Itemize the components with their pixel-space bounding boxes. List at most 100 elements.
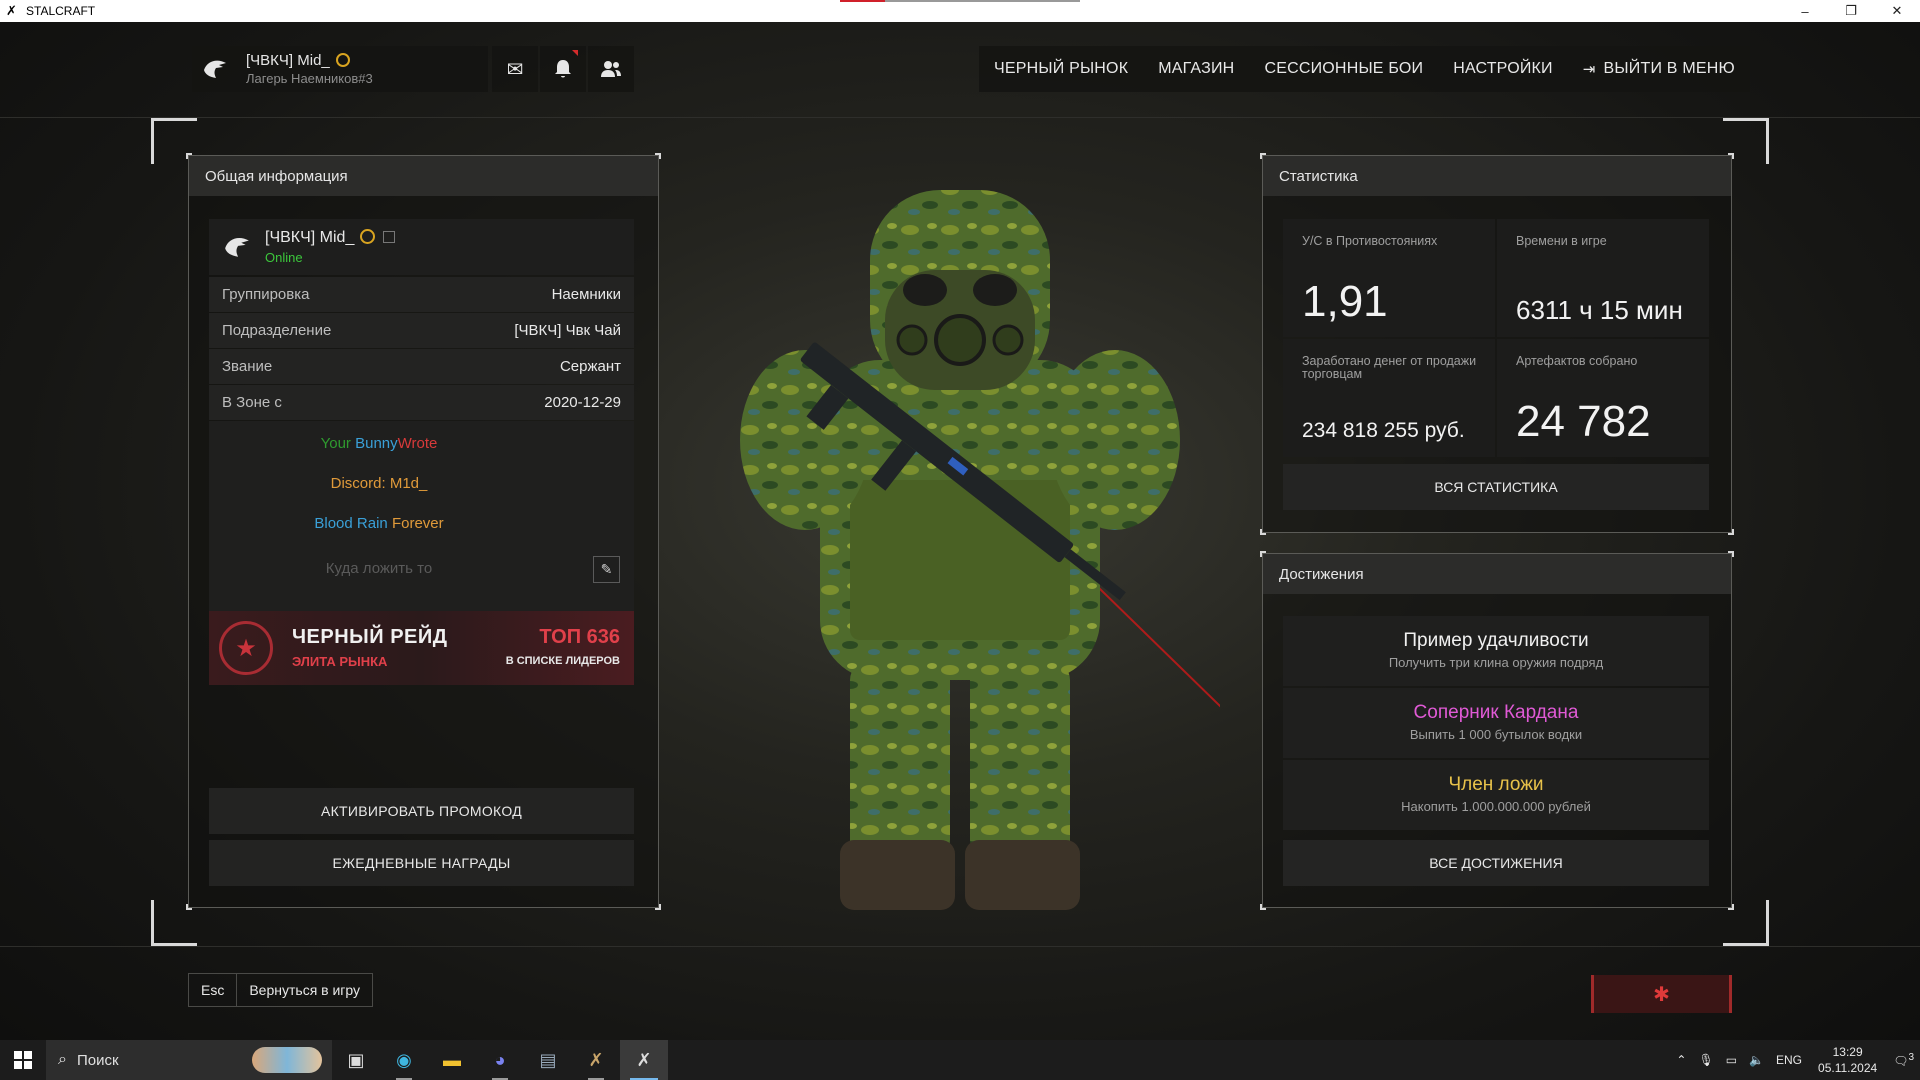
panel-corner bbox=[1728, 529, 1734, 535]
friends-icon bbox=[601, 61, 621, 77]
black-raid-banner[interactable]: ★ ЧЕРНЫЙ РЕЙД ЭЛИТА РЫНКА ТОП 636 В СПИС… bbox=[209, 611, 634, 685]
all-statistics-button[interactable]: ВСЯ СТАТИСТИКА bbox=[1283, 464, 1709, 510]
nav-black-market[interactable]: ЧЕРНЫЙ РЫНОК bbox=[979, 46, 1143, 92]
panel-corner bbox=[186, 904, 192, 910]
nav-exit-to-menu[interactable]: ⇥ ВЫЙТИ В МЕНЮ bbox=[1568, 46, 1750, 92]
activate-promo-button[interactable]: АКТИВИРОВАТЬ ПРОМОКОД bbox=[209, 788, 634, 834]
panel-corner bbox=[1260, 529, 1266, 535]
exit-icon: ⇥ bbox=[1582, 61, 1596, 78]
bio-block: Your BunnyWrote Discord: M1d_ Blood Rain… bbox=[209, 421, 634, 611]
report-bug-button[interactable]: ✱ bbox=[1591, 975, 1732, 1013]
nav-shop[interactable]: МАГАЗИН bbox=[1143, 46, 1249, 92]
user-name: [ЧВКЧ] Mid_ bbox=[265, 229, 355, 246]
bio-word: Forever bbox=[391, 515, 444, 532]
stat-artifacts: Артефактов собрано 24 782 bbox=[1497, 339, 1709, 457]
clock-time: 13:29 bbox=[1832, 1045, 1863, 1059]
achievement-item[interactable]: Член ложи Накопить 1.000.000.000 рублей bbox=[1283, 760, 1709, 830]
header-location: Лагерь Наемников#3 bbox=[246, 71, 373, 86]
info-value: 2020-12-29 bbox=[544, 394, 621, 411]
raid-emblem-icon: ★ bbox=[219, 621, 273, 675]
start-button[interactable] bbox=[0, 1040, 46, 1080]
nav-settings[interactable]: НАСТРОЙКИ bbox=[1438, 46, 1568, 92]
general-info-title: Общая информация bbox=[189, 156, 658, 196]
mail-button[interactable]: ✉ bbox=[492, 46, 538, 92]
header-profile[interactable]: [ЧВКЧ] Mid_ Лагерь Наемников#3 bbox=[192, 46, 488, 92]
stat-kd: У/С в Противостояниях 1,91 bbox=[1283, 219, 1495, 337]
esc-key-hint: Esc bbox=[189, 974, 238, 1006]
close-button[interactable]: ✕ bbox=[1874, 0, 1920, 22]
chevron-up-icon[interactable]: ⌃ bbox=[1670, 1053, 1692, 1067]
achievement-item[interactable]: Пример удачливости Получить три клина ор… bbox=[1283, 616, 1709, 686]
notification-center-icon[interactable]: 🗨3 bbox=[1887, 1052, 1920, 1068]
task-view-icon[interactable]: ▣ bbox=[332, 1040, 380, 1080]
friends-button[interactable] bbox=[588, 46, 634, 92]
bio-word: Your bbox=[320, 435, 351, 452]
info-key: Подразделение bbox=[222, 322, 332, 339]
online-status: Online bbox=[265, 250, 303, 265]
microphone-icon[interactable]: 🎙 bbox=[1692, 1053, 1719, 1067]
info-value: Сержант bbox=[559, 358, 621, 375]
info-value: Наемники bbox=[551, 286, 621, 303]
nav-exit-label: ВЫЙТИ В МЕНЮ bbox=[1603, 60, 1735, 77]
windows-logo-icon bbox=[14, 1051, 32, 1069]
nav-session-battles[interactable]: СЕССИОННЫЕ БОИ bbox=[1249, 46, 1438, 92]
status-input[interactable]: Куда ложить то ✎ bbox=[209, 546, 634, 591]
avatar-eagle-icon bbox=[209, 219, 265, 275]
search-highlight-image bbox=[252, 1047, 322, 1073]
notifications-button[interactable] bbox=[540, 46, 586, 92]
info-value: [ЧВКЧ] Чвк Чай bbox=[514, 322, 621, 339]
window-titlebar: ✗ STALCRAFT – ❐ ✕ bbox=[0, 0, 1920, 22]
statistics-title: Статистика bbox=[1263, 156, 1731, 196]
notification-count: 3 bbox=[1908, 1052, 1914, 1063]
header-divider bbox=[0, 117, 1920, 118]
character-model[interactable] bbox=[700, 180, 1461, 941]
daily-rewards-button[interactable]: ЕЖЕДНЕВНЫЕ НАГРАДЫ bbox=[209, 840, 634, 886]
stat-playtime: Времени в игре 6311 ч 15 мин bbox=[1497, 219, 1709, 337]
discord-icon[interactable]: ◕ bbox=[476, 1040, 524, 1080]
info-key: Группировка bbox=[222, 286, 310, 303]
bio-line-2: Discord: M1d_ bbox=[330, 475, 428, 492]
rank-badge-icon bbox=[335, 53, 350, 67]
minimize-button[interactable]: – bbox=[1782, 0, 1828, 22]
all-achievements-button[interactable]: ВСЕ ДОСТИЖЕНИЯ bbox=[1283, 840, 1709, 886]
achievement-title: Пример удачливости bbox=[1403, 630, 1589, 651]
stat-label: Времени в игре bbox=[1516, 234, 1607, 248]
maximize-button[interactable]: ❐ bbox=[1828, 0, 1874, 22]
panel-corner bbox=[1728, 153, 1734, 159]
edit-pencil-button[interactable]: ✎ bbox=[593, 556, 620, 583]
footer-divider bbox=[0, 946, 1920, 947]
achievement-title: Член ложи bbox=[1448, 774, 1544, 795]
taskbar-search[interactable]: ⌕ Поиск bbox=[46, 1040, 332, 1080]
edge-browser-icon[interactable]: ◉ bbox=[380, 1040, 428, 1080]
language-indicator[interactable]: ENG bbox=[1770, 1053, 1808, 1067]
game-launcher-icon[interactable]: ✗ bbox=[572, 1040, 620, 1080]
clock[interactable]: 13:29 05.11.2024 bbox=[1808, 1044, 1887, 1076]
bio-word: Blood Rain bbox=[314, 515, 388, 532]
stat-value: 6311 ч 15 мин bbox=[1516, 295, 1683, 325]
panel-corner bbox=[1260, 551, 1266, 557]
bug-icon: ✱ bbox=[1653, 983, 1670, 1006]
copy-icon[interactable] bbox=[383, 231, 396, 243]
return-to-game-button[interactable]: Esc Вернуться в игру bbox=[188, 973, 374, 1007]
return-label: Вернуться в игру bbox=[249, 982, 361, 998]
volume-icon[interactable]: 🔈 bbox=[1743, 1053, 1770, 1067]
info-row-squad: Подразделение [ЧВКЧ] Чвк Чай bbox=[209, 313, 634, 348]
status-placeholder: Куда ложить то bbox=[325, 560, 433, 577]
stat-money: Заработано денег от продажи торговцам 23… bbox=[1283, 339, 1495, 457]
achievement-item[interactable]: Соперник Кардана Выпить 1 000 бутылок во… bbox=[1283, 688, 1709, 758]
stat-value: 24 782 bbox=[1516, 397, 1651, 446]
pencil-icon: ✎ bbox=[600, 561, 613, 577]
bio-word: Wrote bbox=[397, 435, 438, 452]
panel-corner bbox=[1260, 153, 1266, 159]
info-row-rank: Звание Сержант bbox=[209, 349, 634, 384]
statistics-panel: Статистика У/С в Противостояниях 1,91 Вр… bbox=[1260, 153, 1734, 535]
file-explorer-icon[interactable]: ▬ bbox=[428, 1040, 476, 1080]
info-key: Звание bbox=[222, 358, 273, 375]
title-progress-line bbox=[840, 0, 1080, 2]
achievement-desc: Получить три клина оружия подряд bbox=[1388, 655, 1604, 670]
app-window-icon[interactable]: ▤ bbox=[524, 1040, 572, 1080]
search-placeholder: Поиск bbox=[76, 1051, 119, 1069]
network-icon[interactable]: ▭ bbox=[1720, 1053, 1743, 1067]
stalcraft-taskbar-icon[interactable]: ✗ bbox=[620, 1040, 668, 1080]
rank-badge-icon bbox=[360, 229, 376, 244]
